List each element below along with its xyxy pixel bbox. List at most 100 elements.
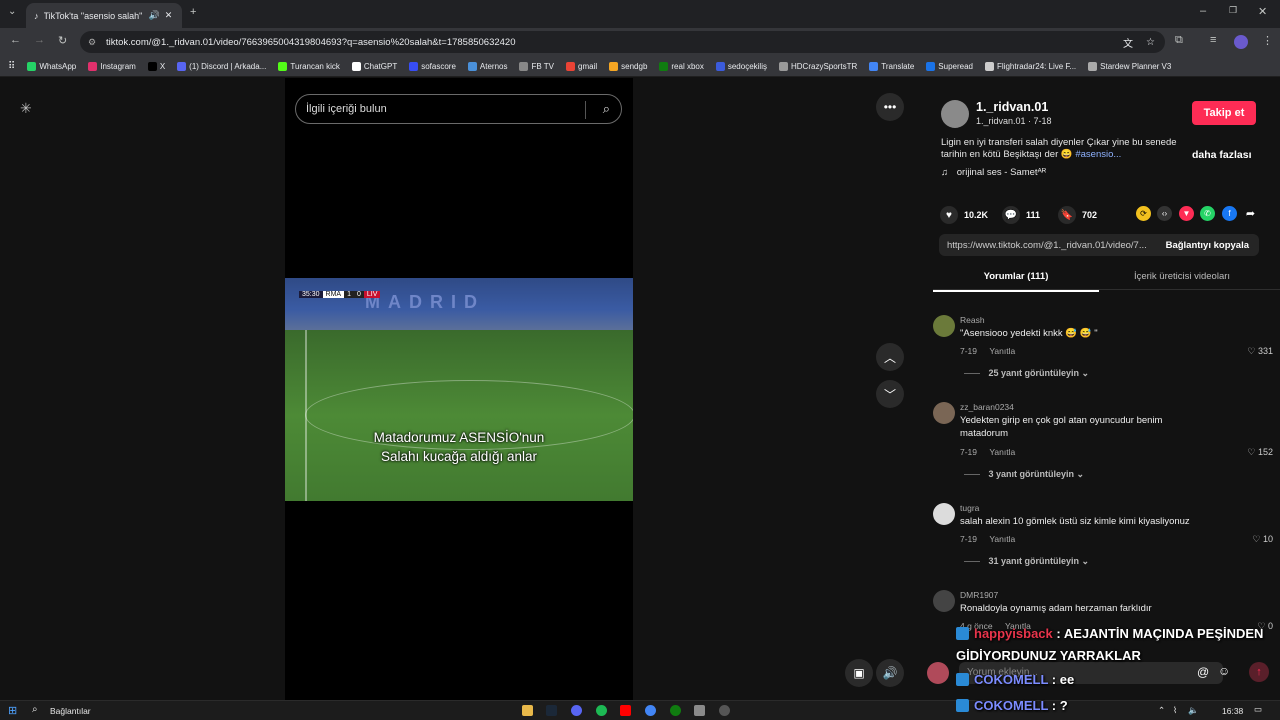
bookmark-item[interactable]: ChatGPT xyxy=(351,61,397,71)
bookmark-item[interactable]: real xbox xyxy=(659,61,704,71)
bookmark-item[interactable]: Flightradar24: Live F... xyxy=(985,61,1076,71)
embed-icon[interactable]: ‹› xyxy=(1157,206,1172,221)
translate-icon[interactable]: 文 xyxy=(1123,35,1133,50)
volume-button[interactable]: 🔊 xyxy=(876,659,904,687)
apps-grid-icon[interactable]: ⠿ xyxy=(8,61,15,72)
commenter-avatar[interactable] xyxy=(933,503,955,525)
music-row[interactable]: ♫ orijinal ses - Sametᴬᴿ xyxy=(941,167,1046,178)
window-close-icon[interactable]: ✕ xyxy=(1258,5,1267,18)
copy-link-button[interactable]: Bağlantıyı kopyala xyxy=(1166,240,1249,251)
facebook-share-icon[interactable]: f xyxy=(1222,206,1237,221)
chrome-icon[interactable] xyxy=(645,705,656,716)
share-arrow-icon[interactable]: ➦ xyxy=(1243,206,1258,221)
comment-bubble-icon[interactable]: 💬 xyxy=(1002,206,1020,224)
heart-outline-icon[interactable]: ♡ xyxy=(1247,346,1255,356)
hashtag-link[interactable]: #asensio... xyxy=(1075,149,1121,160)
bookmark-item[interactable]: Translate xyxy=(869,61,914,71)
bookmark-item[interactable]: Aternos xyxy=(467,61,507,71)
commenter-name[interactable]: tugra xyxy=(960,503,979,513)
tray-chevron-icon[interactable]: ⌃ xyxy=(1158,705,1165,716)
author-avatar[interactable] xyxy=(941,100,969,128)
chrome-menu-icon[interactable]: ⋮ xyxy=(1262,34,1273,47)
audio-icon[interactable]: 🔊 xyxy=(149,10,160,21)
site-info-icon[interactable]: ⚙ xyxy=(88,37,96,48)
profile-avatar[interactable] xyxy=(1234,35,1248,49)
minimize-icon[interactable]: – xyxy=(1200,5,1206,17)
next-video-button[interactable]: ﹀ xyxy=(876,380,904,408)
bookmark-item[interactable]: WhatsApp xyxy=(27,61,76,71)
tab-creator-videos[interactable]: İçerik üreticisi videoları xyxy=(1099,271,1265,282)
follow-button[interactable]: Takip et xyxy=(1192,101,1256,125)
comment-likes[interactable]: ♡ 10 xyxy=(1252,534,1273,545)
network-icon[interactable]: ⌇ xyxy=(1173,705,1177,716)
heart-icon[interactable]: ♥ xyxy=(940,206,958,224)
search-input[interactable]: İlgili içeriği bulun ⌕ xyxy=(295,94,622,124)
notification-icon[interactable]: ▭ xyxy=(1254,704,1262,715)
address-bar[interactable]: ⚙ tiktok.com/@1._ridvan.01/video/7663965… xyxy=(80,31,1165,53)
reload-icon[interactable]: ↻ xyxy=(58,34,67,47)
search-icon[interactable]: ⌕ xyxy=(603,101,610,117)
previous-video-button[interactable]: ︿ xyxy=(876,343,904,371)
bookmark-item[interactable]: (1) Discord | Arkada... xyxy=(177,61,266,71)
taskbar-search-icon[interactable]: ⌕ xyxy=(32,704,38,715)
system-clock[interactable]: 16:38 xyxy=(1222,706,1243,716)
commenter-name[interactable]: Reash xyxy=(960,315,985,325)
taskbar-search-label[interactable]: Bağlantılar xyxy=(50,706,91,716)
mention-icon[interactable]: @ xyxy=(1197,665,1209,679)
spotify-icon[interactable] xyxy=(596,705,607,716)
comment-likes[interactable]: ♡ 152 xyxy=(1247,447,1273,458)
youtube-icon[interactable] xyxy=(620,705,631,716)
more-options-button[interactable]: ••• xyxy=(876,93,904,121)
bookmark-item[interactable]: gmail xyxy=(566,61,597,71)
send-comment-icon[interactable]: ↑ xyxy=(1249,662,1269,682)
restore-icon[interactable]: ❐ xyxy=(1229,5,1237,16)
heart-outline-icon[interactable]: ♡ xyxy=(1247,447,1255,457)
commenter-avatar[interactable] xyxy=(933,402,955,424)
tab-comments[interactable]: Yorumlar (111) xyxy=(933,271,1099,292)
view-replies-button[interactable]: 31 yanıt görüntüleyin ⌄ xyxy=(964,556,1090,567)
reply-button[interactable]: Yanıtla xyxy=(989,534,1015,544)
bookmark-item[interactable]: X xyxy=(147,61,165,71)
media-controls-icon[interactable]: ≡ xyxy=(1210,34,1216,46)
tab-close-icon[interactable]: ✕ xyxy=(165,10,173,21)
floating-player-button[interactable]: ▣ xyxy=(845,659,873,687)
more-link[interactable]: daha fazlası xyxy=(1192,149,1252,161)
commenter-name[interactable]: zz_baran0234 xyxy=(960,402,1014,412)
reply-button[interactable]: Yanıtla xyxy=(989,346,1015,356)
commenter-name[interactable]: DMR1907 xyxy=(960,590,998,600)
reply-button[interactable]: Yanıtla xyxy=(989,447,1015,457)
bookmark-item[interactable]: HDCrazySportsTR xyxy=(779,61,857,71)
video-frame[interactable]: MADRID 35:30 RMA 1 0 LIV Matadorumuz ASE… xyxy=(285,278,633,501)
bookmark-item[interactable]: sedoçekiliş xyxy=(715,61,767,71)
view-replies-button[interactable]: 25 yanıt görüntüleyin ⌄ xyxy=(964,368,1090,379)
view-replies-button[interactable]: 3 yanıt görüntüleyin ⌄ xyxy=(964,469,1085,480)
browser-tab[interactable]: ♪ TikTok'ta "asensio salah" bu 🔊 ✕ xyxy=(26,3,182,28)
bookmark-item[interactable]: Turancan kick xyxy=(278,61,340,71)
extensions-icon[interactable]: ⧉ xyxy=(1175,34,1183,47)
bookmark-icon[interactable]: 🔖 xyxy=(1058,206,1076,224)
bookmark-item[interactable]: FB TV xyxy=(519,61,554,71)
like-stat[interactable]: ♥ 10.2K xyxy=(940,206,988,224)
whatsapp-share-icon[interactable]: ✆ xyxy=(1200,206,1215,221)
back-icon[interactable]: ← xyxy=(10,34,21,46)
file-explorer-icon[interactable] xyxy=(522,705,533,716)
bookmark-item[interactable]: Instagram xyxy=(88,61,136,71)
bookmark-item[interactable]: sendgb xyxy=(609,61,647,71)
discord-icon[interactable] xyxy=(571,705,582,716)
speaker-icon[interactable]: 🔈 xyxy=(1188,705,1199,716)
emoji-picker-icon[interactable]: ☺ xyxy=(1218,664,1230,678)
forward-icon[interactable]: → xyxy=(34,34,45,46)
send-to-friends-icon[interactable]: ▼ xyxy=(1179,206,1194,221)
author-name[interactable]: 1._ridvan.01 xyxy=(976,100,1048,114)
tiktok-logo-icon[interactable]: ✳ xyxy=(20,100,32,117)
heart-outline-icon[interactable]: ♡ xyxy=(1252,534,1260,544)
comment-likes[interactable]: ♡ 331 xyxy=(1247,346,1273,357)
bookmark-item[interactable]: sofascore xyxy=(409,61,456,71)
bookmark-item[interactable]: Stardew Planner V3 xyxy=(1088,61,1171,71)
clock-app-icon[interactable] xyxy=(719,705,730,716)
bookmark-star-icon[interactable]: ☆ xyxy=(1146,37,1155,48)
windows-start-icon[interactable]: ⊞ xyxy=(8,704,17,717)
app-icon[interactable] xyxy=(694,705,705,716)
commenter-avatar[interactable] xyxy=(933,590,955,612)
steam-icon[interactable] xyxy=(546,705,557,716)
